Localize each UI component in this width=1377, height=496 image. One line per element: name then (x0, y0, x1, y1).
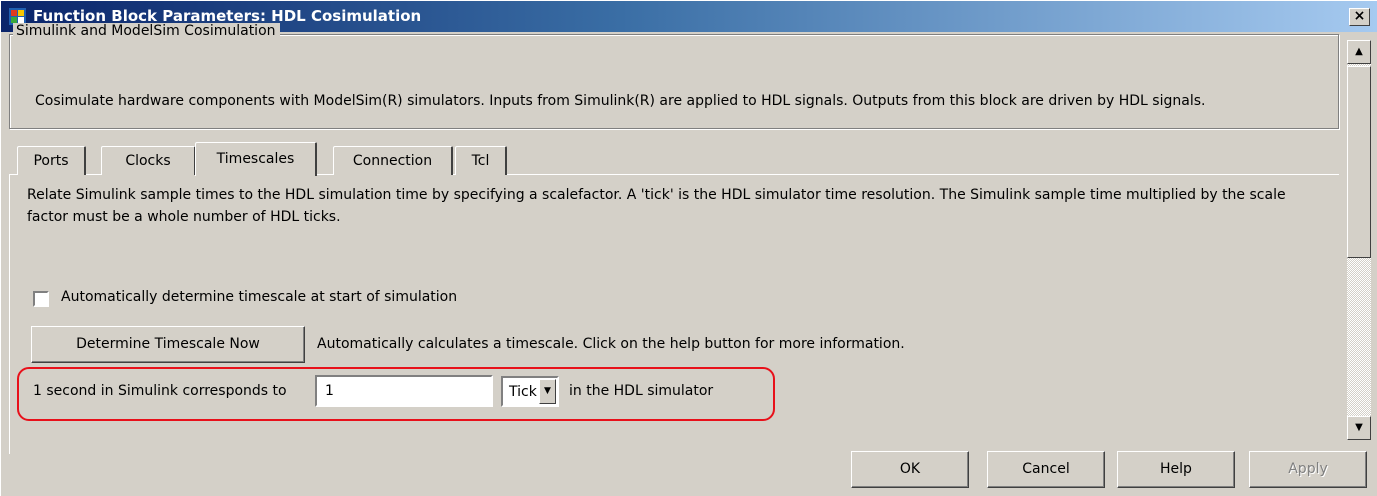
apply-button: Apply (1249, 451, 1367, 488)
ok-button[interactable]: OK (851, 451, 969, 488)
tab-tcl[interactable]: Tcl (455, 146, 507, 175)
dialog-window: Function Block Parameters: HDL Cosimulat… (0, 0, 1377, 496)
groupbox-description: Cosimulate hardware components with Mode… (35, 93, 1206, 109)
timescale-unit-select[interactable]: Tick ▼ (501, 376, 559, 407)
help-button[interactable]: Help (1117, 451, 1235, 488)
close-icon: × (1353, 8, 1366, 24)
timescales-description: Relate Simulink sample times to the HDL … (27, 187, 1286, 225)
determine-timescale-note: Automatically calculates a timescale. Cl… (317, 336, 905, 352)
cosimulation-groupbox (9, 34, 1339, 129)
vertical-scrollbar[interactable]: ▲ ▼ (1347, 40, 1371, 440)
cancel-button[interactable]: Cancel (987, 451, 1105, 488)
tab-ports[interactable]: Ports (17, 146, 86, 175)
arrow-up-icon[interactable]: ▲ (1347, 40, 1371, 64)
timescale-unit-value: Tick (509, 384, 537, 400)
arrow-down-icon[interactable]: ▼ (1347, 416, 1371, 440)
chevron-down-icon[interactable]: ▼ (539, 379, 556, 404)
determine-timescale-button[interactable]: Determine Timescale Now (31, 326, 305, 363)
tab-connection[interactable]: Connection (333, 146, 453, 175)
auto-timescale-checkbox[interactable] (33, 291, 49, 307)
correspondence-label: 1 second in Simulink corresponds to (33, 383, 287, 399)
tab-clocks[interactable]: Clocks (101, 146, 196, 175)
auto-timescale-label[interactable]: Automatically determine timescale at sta… (61, 289, 457, 305)
correspondence-suffix: in the HDL simulator (569, 383, 714, 399)
timescale-value-input[interactable]: 1 (315, 375, 493, 407)
groupbox-legend: Simulink and ModelSim Cosimulation (13, 23, 280, 39)
close-button[interactable]: × (1349, 8, 1370, 26)
tab-timescales[interactable]: Timescales (195, 142, 317, 176)
scroll-thumb[interactable] (1347, 66, 1371, 258)
